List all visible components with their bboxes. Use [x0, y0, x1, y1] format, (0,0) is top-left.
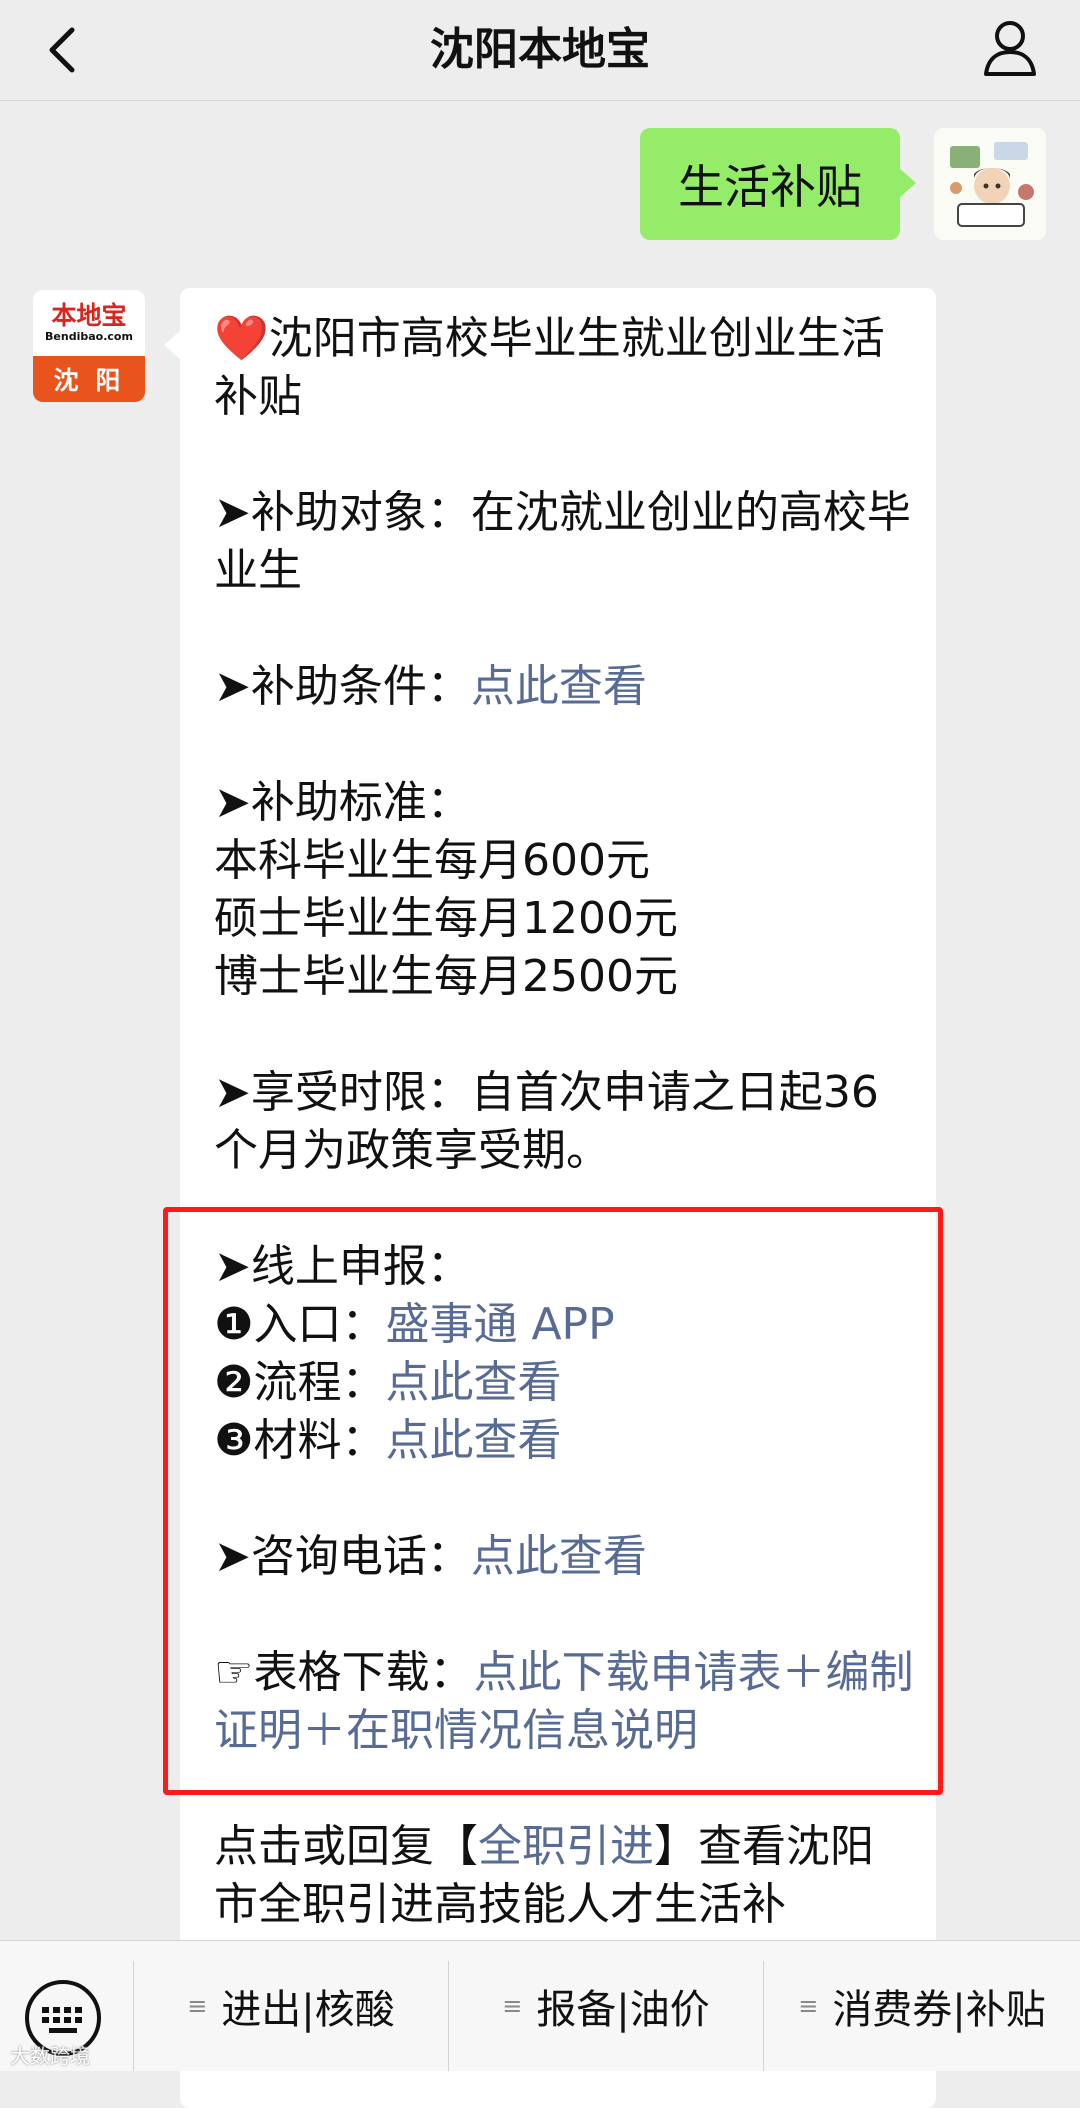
bot-logo-domain: Bendibao.com [45, 330, 133, 343]
highlight-box [163, 1207, 943, 1795]
bot-logo: 本地宝 Bendibao.com [33, 290, 145, 356]
person-icon [984, 21, 1036, 76]
target-label: ➤补助对象： [214, 487, 471, 538]
user-message-text: 生活补贴 [678, 160, 862, 214]
conditions-line: ➤补助条件：点此查看 [214, 658, 914, 716]
standard-label: ➤补助标准： [214, 777, 471, 828]
user-avatar-image [934, 128, 1046, 240]
bottom-menu-bar: ≡ 进出|核酸 ≡ 报备|油价 ≡ 消费券|补贴 [0, 1940, 1080, 2071]
bot-avatar[interactable]: 本地宝 Bendibao.com 沈 阳 [33, 290, 145, 402]
user-avatar[interactable] [934, 128, 1046, 240]
period-label: ➤享受时限： [214, 1067, 471, 1118]
menu-item-label: 进出|核酸 [221, 1987, 395, 2033]
profile-button[interactable] [980, 14, 1040, 84]
period-line: ➤享受时限：自首次申请之日起36个月为政策享受期。 [214, 1064, 914, 1180]
bot-logo-text: 本地宝 [51, 301, 127, 330]
menu-lines-icon: ≡ [187, 1992, 208, 2020]
footer-line: 点击或回复【全职引进】查看沈阳市全职引进高技能人才生活补 [214, 1818, 914, 1934]
target-line: ➤补助对象：在沈就业创业的高校毕业生 [214, 484, 914, 600]
footer-prefix: 点击或回复【 [214, 1821, 478, 1872]
conditions-link[interactable]: 点此查看 [471, 661, 647, 712]
menu-lines-icon: ≡ [502, 1992, 523, 2020]
standard-line-doctor: 博士毕业生每月2500元 [214, 951, 678, 1002]
page-title: 沈阳本地宝 [430, 24, 650, 75]
standard-line-master: 硕士毕业生每月1200元 [214, 893, 678, 944]
menu-lines-icon: ≡ [798, 1992, 819, 2020]
bot-logo-city: 沈 阳 [33, 356, 145, 402]
menu-item-label: 消费券|补贴 [832, 1987, 1046, 2033]
menu-item-entry-exit[interactable]: ≡ 进出|核酸 [134, 1941, 448, 2071]
menu-item-report-fuel[interactable]: ≡ 报备|油价 [449, 1941, 763, 2071]
article-title: ❤️沈阳市高校毕业生就业创业生活补贴 [214, 313, 885, 422]
user-message-bubble[interactable]: 生活补贴 [640, 128, 916, 240]
menu-item-label: 报备|油价 [536, 1987, 710, 2033]
footer-link[interactable]: 全职引进 [478, 1821, 654, 1872]
standard-line-bachelor: 本科毕业生每月600元 [214, 835, 650, 886]
conditions-label: ➤补助条件： [214, 661, 471, 712]
top-navigation-bar: 沈阳本地宝 [0, 0, 1080, 101]
watermark: 大数跨境 [10, 2044, 90, 2068]
menu-item-voucher-subsidy[interactable]: ≡ 消费券|补贴 [764, 1941, 1080, 2071]
